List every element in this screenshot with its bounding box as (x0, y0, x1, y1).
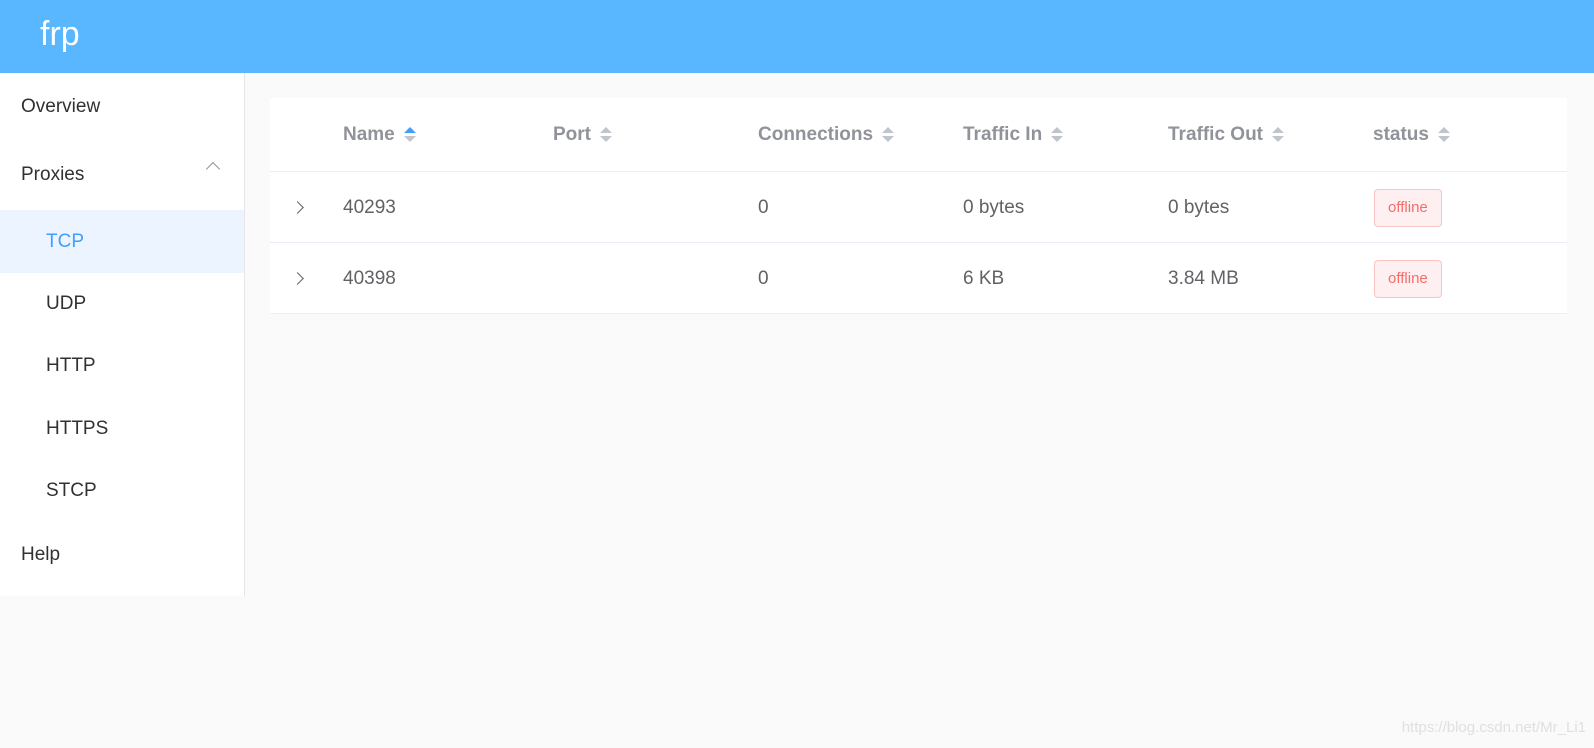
column-header-name[interactable]: Name (343, 98, 416, 171)
sidebar-item-tcp[interactable]: TCP (0, 210, 244, 273)
sidebar-item-label: HTTP (46, 355, 96, 376)
cell-name: 40398 (343, 268, 396, 289)
sort-icon[interactable] (882, 126, 895, 143)
sidebar-item-stcp[interactable]: STCP (0, 460, 244, 522)
column-label: Connections (758, 124, 874, 145)
sidebar-item-label: STCP (46, 480, 97, 501)
sidebar-item-label: Proxies (21, 164, 85, 185)
cell-traffic-in: 6 KB (963, 268, 1005, 289)
app-header: frp (0, 0, 1594, 73)
column-header-connections[interactable]: Connections (758, 98, 895, 171)
sidebar-item-overview[interactable]: Overview (0, 73, 244, 140)
sidebar: Overview Proxies TCP UDP HTTP HTTPS STCP… (0, 73, 245, 596)
brand-logo[interactable]: frp (40, 12, 80, 56)
sort-icon[interactable] (600, 126, 612, 143)
column-header-traffic-in[interactable]: Traffic In (963, 98, 1064, 171)
column-label: status (1373, 124, 1429, 145)
column-header-port[interactable]: Port (553, 98, 612, 171)
sidebar-submenu-proxies[interactable]: Proxies (0, 140, 244, 210)
column-header-status[interactable]: status (1373, 98, 1450, 171)
status-badge: offline (1374, 260, 1442, 298)
sidebar-item-label: Overview (21, 96, 101, 117)
sort-icon[interactable] (1051, 126, 1064, 143)
sidebar-item-label: HTTPS (46, 418, 109, 439)
chevron-right-icon[interactable] (291, 201, 304, 214)
sidebar-item-http[interactable]: HTTP (0, 335, 244, 397)
table-row[interactable]: 40293 0 0 bytes 0 bytes offline (270, 172, 1567, 243)
cell-traffic-out: 3.84 MB (1168, 268, 1239, 289)
cell-name: 40293 (343, 197, 396, 218)
sidebar-item-help[interactable]: Help (0, 522, 244, 588)
column-label: Name (343, 124, 395, 145)
status-badge: offline (1374, 189, 1442, 227)
column-header-traffic-out[interactable]: Traffic Out (1168, 98, 1285, 171)
chevron-up-icon (205, 161, 221, 177)
table-row[interactable]: 40398 0 6 KB 3.84 MB offline (270, 243, 1567, 314)
cell-traffic-in: 0 bytes (963, 197, 1025, 218)
sort-icon[interactable] (1437, 126, 1450, 143)
watermark: https://blog.csdn.net/Mr_Li1 (1401, 719, 1586, 736)
cell-connections: 0 (758, 268, 769, 289)
sidebar-item-udp[interactable]: UDP (0, 273, 244, 335)
column-label: Traffic Out (1168, 124, 1264, 145)
column-label: Traffic In (963, 124, 1043, 145)
cell-traffic-out: 0 bytes (1168, 197, 1230, 218)
sort-ascending-icon[interactable] (403, 126, 416, 143)
sidebar-item-label: UDP (46, 293, 87, 314)
chevron-right-icon[interactable] (291, 272, 304, 285)
column-label: Port (553, 124, 591, 145)
proxy-table: Name Port Connections Traffic In Traffic… (270, 98, 1567, 314)
cell-connections: 0 (758, 197, 769, 218)
sidebar-item-label: Help (21, 544, 61, 565)
sort-icon[interactable] (1272, 126, 1285, 143)
table-header: Name Port Connections Traffic In Traffic… (270, 98, 1567, 172)
sidebar-item-label: TCP (46, 231, 84, 252)
sidebar-item-https[interactable]: HTTPS (0, 397, 244, 460)
